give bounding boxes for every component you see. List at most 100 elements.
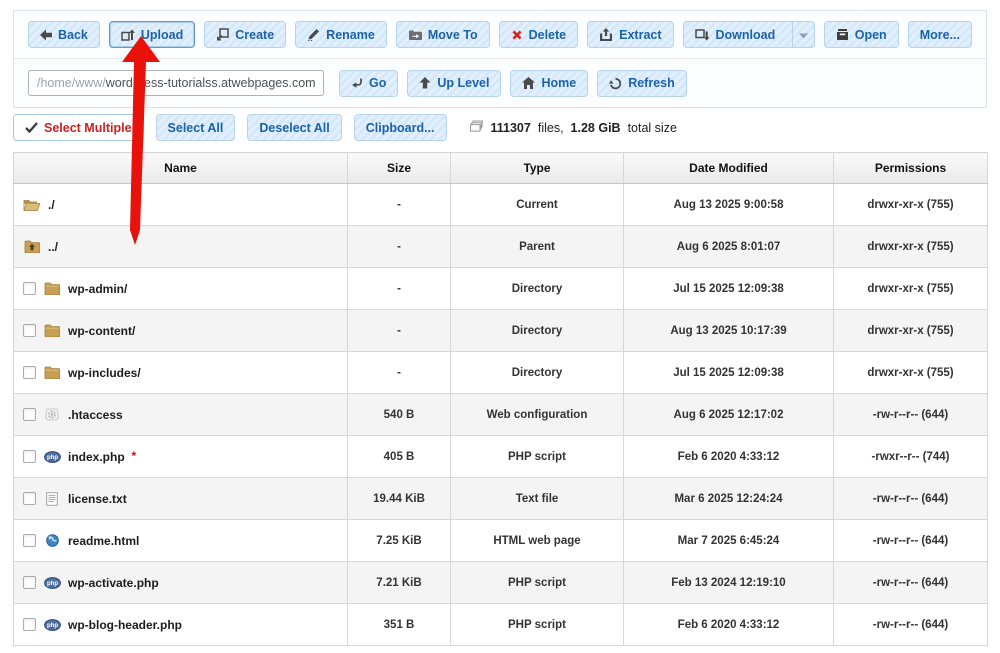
path-host: wordpress-tutorialss.atwebpages.com	[106, 76, 316, 90]
refresh-button[interactable]: Refresh	[597, 70, 687, 97]
table-row-parent-dir[interactable]: ../ -ParentAug 6 2025 8:01:07drwxr-xr-x …	[14, 226, 988, 268]
file-link[interactable]: ../	[48, 240, 58, 254]
extract-button[interactable]: Extract	[587, 21, 673, 48]
table-row-index-php[interactable]: php index.php* 405 BPHP scriptFeb 6 2020…	[14, 436, 988, 478]
upload-button[interactable]: Upload	[109, 21, 195, 48]
home-button[interactable]: Home	[510, 70, 588, 97]
file-link[interactable]: .htaccess	[68, 408, 123, 422]
file-link[interactable]: wp-admin/	[68, 282, 127, 296]
extract-icon	[599, 28, 613, 41]
row-checkbox[interactable]	[23, 492, 36, 505]
upload-icon	[121, 29, 135, 41]
file-link[interactable]: license.txt	[68, 492, 127, 506]
file-link[interactable]: index.php	[68, 450, 125, 464]
files-stack-icon	[469, 120, 484, 136]
file-link[interactable]: wp-blog-header.php	[68, 618, 182, 632]
row-checkbox[interactable]	[23, 282, 36, 295]
table-row-wp-content[interactable]: wp-content/ -DirectoryAug 13 2025 10:17:…	[14, 310, 988, 352]
total-size: 1.28 GiB	[571, 121, 621, 135]
up-level-button[interactable]: Up Level	[407, 70, 501, 97]
table-row-readme-html[interactable]: readme.html 7.25 KiBHTML web pageMar 7 2…	[14, 520, 988, 562]
main-toolbar: Back Upload Create Rename Move To Delete	[14, 11, 986, 59]
path-prefix: /home/www/	[37, 76, 106, 90]
folder-icon	[43, 324, 61, 337]
path-toolbar: /home/www/wordpress-tutorialss.atwebpage…	[14, 59, 986, 107]
download-main[interactable]: Download	[684, 23, 787, 47]
toolbar-panel: Back Upload Create Rename Move To Delete	[13, 10, 987, 108]
download-button: Download	[683, 21, 815, 48]
file-link[interactable]: wp-activate.php	[68, 576, 159, 590]
table-row-license-txt[interactable]: license.txt 19.44 KiBText fileMar 6 2025…	[14, 478, 988, 520]
up-arrow-icon	[419, 77, 431, 89]
file-link[interactable]: wp-content/	[68, 324, 135, 338]
file-link[interactable]: readme.html	[68, 534, 139, 548]
folder-icon	[43, 282, 61, 295]
download-icon	[695, 29, 710, 41]
delete-x-icon	[511, 29, 523, 41]
go-button[interactable]: Go	[339, 70, 398, 97]
back-arrow-icon	[40, 29, 52, 41]
folder-icon	[43, 366, 61, 379]
text-file-icon	[43, 492, 61, 506]
open-button[interactable]: Open	[824, 21, 899, 48]
row-checkbox[interactable]	[23, 408, 36, 421]
create-button[interactable]: Create	[204, 21, 286, 48]
svg-text:php: php	[47, 581, 58, 587]
select-multiple-button[interactable]: Select Multiple	[13, 114, 144, 141]
col-header-perms[interactable]: Permissions	[834, 153, 988, 184]
home-icon	[522, 77, 535, 89]
folder-up-icon	[23, 240, 41, 253]
delete-button[interactable]: Delete	[499, 21, 579, 48]
table-header-row: Name Size Type Date Modified Permissions	[14, 153, 988, 184]
row-checkbox[interactable]	[23, 366, 36, 379]
globe-file-icon	[43, 534, 61, 547]
table-row-wp-blog-header[interactable]: php wp-blog-header.php 351 BPHP scriptFe…	[14, 604, 988, 646]
col-header-date[interactable]: Date Modified	[624, 153, 834, 184]
move-folder-icon	[408, 29, 422, 41]
go-arrow-icon	[351, 78, 363, 89]
table-row-wp-includes[interactable]: wp-includes/ -DirectoryJul 15 2025 12:09…	[14, 352, 988, 394]
selection-toolbar: Select Multiple Select All Deselect All …	[13, 114, 987, 141]
file-link[interactable]: ./	[48, 198, 55, 212]
row-checkbox[interactable]	[23, 534, 36, 547]
gear-file-icon	[43, 408, 61, 421]
chevron-down-icon	[799, 28, 808, 42]
move-to-button[interactable]: Move To	[396, 21, 490, 48]
row-checkbox[interactable]	[23, 618, 36, 631]
files-summary: 111307 files, 1.28 GiB total size	[469, 120, 677, 136]
file-manager-app: Back Upload Create Rename Move To Delete	[0, 0, 1000, 653]
php-file-icon: php	[43, 451, 61, 463]
rename-button[interactable]: Rename	[295, 21, 387, 48]
clipboard-button[interactable]: Clipboard...	[354, 114, 447, 141]
modified-marker: *	[132, 451, 136, 463]
back-button[interactable]: Back	[28, 21, 100, 48]
more-button[interactable]: More...	[908, 21, 972, 48]
open-icon	[836, 28, 849, 41]
table-row-wp-activate[interactable]: php wp-activate.php 7.21 KiBPHP scriptFe…	[14, 562, 988, 604]
php-file-icon: php	[43, 619, 61, 631]
deselect-all-button[interactable]: Deselect All	[247, 114, 341, 141]
row-checkbox[interactable]	[23, 450, 36, 463]
checkmark-icon	[25, 122, 38, 133]
create-icon	[216, 28, 229, 41]
table-row-current-dir[interactable]: ./ -CurrentAug 13 2025 9:00:58drwxr-xr-x…	[14, 184, 988, 226]
refresh-icon	[609, 77, 622, 90]
file-table: Name Size Type Date Modified Permissions…	[13, 152, 988, 646]
files-count: 111307	[491, 121, 531, 135]
col-header-name[interactable]: Name	[14, 153, 348, 184]
col-header-type[interactable]: Type	[451, 153, 624, 184]
col-header-size[interactable]: Size	[348, 153, 451, 184]
table-row-wp-admin[interactable]: wp-admin/ -DirectoryJul 15 2025 12:09:38…	[14, 268, 988, 310]
rename-pencil-icon	[307, 28, 320, 41]
download-dropdown-toggle[interactable]	[792, 21, 814, 48]
file-link[interactable]: wp-includes/	[68, 366, 141, 380]
svg-text:php: php	[47, 623, 58, 629]
svg-text:php: php	[47, 455, 58, 461]
row-checkbox[interactable]	[23, 324, 36, 337]
table-row-htaccess[interactable]: .htaccess 540 BWeb configurationAug 6 20…	[14, 394, 988, 436]
row-checkbox[interactable]	[23, 576, 36, 589]
folder-open-icon	[23, 198, 41, 211]
select-all-button[interactable]: Select All	[156, 114, 236, 141]
php-file-icon: php	[43, 577, 61, 589]
path-input[interactable]: /home/www/wordpress-tutorialss.atwebpage…	[28, 70, 324, 96]
